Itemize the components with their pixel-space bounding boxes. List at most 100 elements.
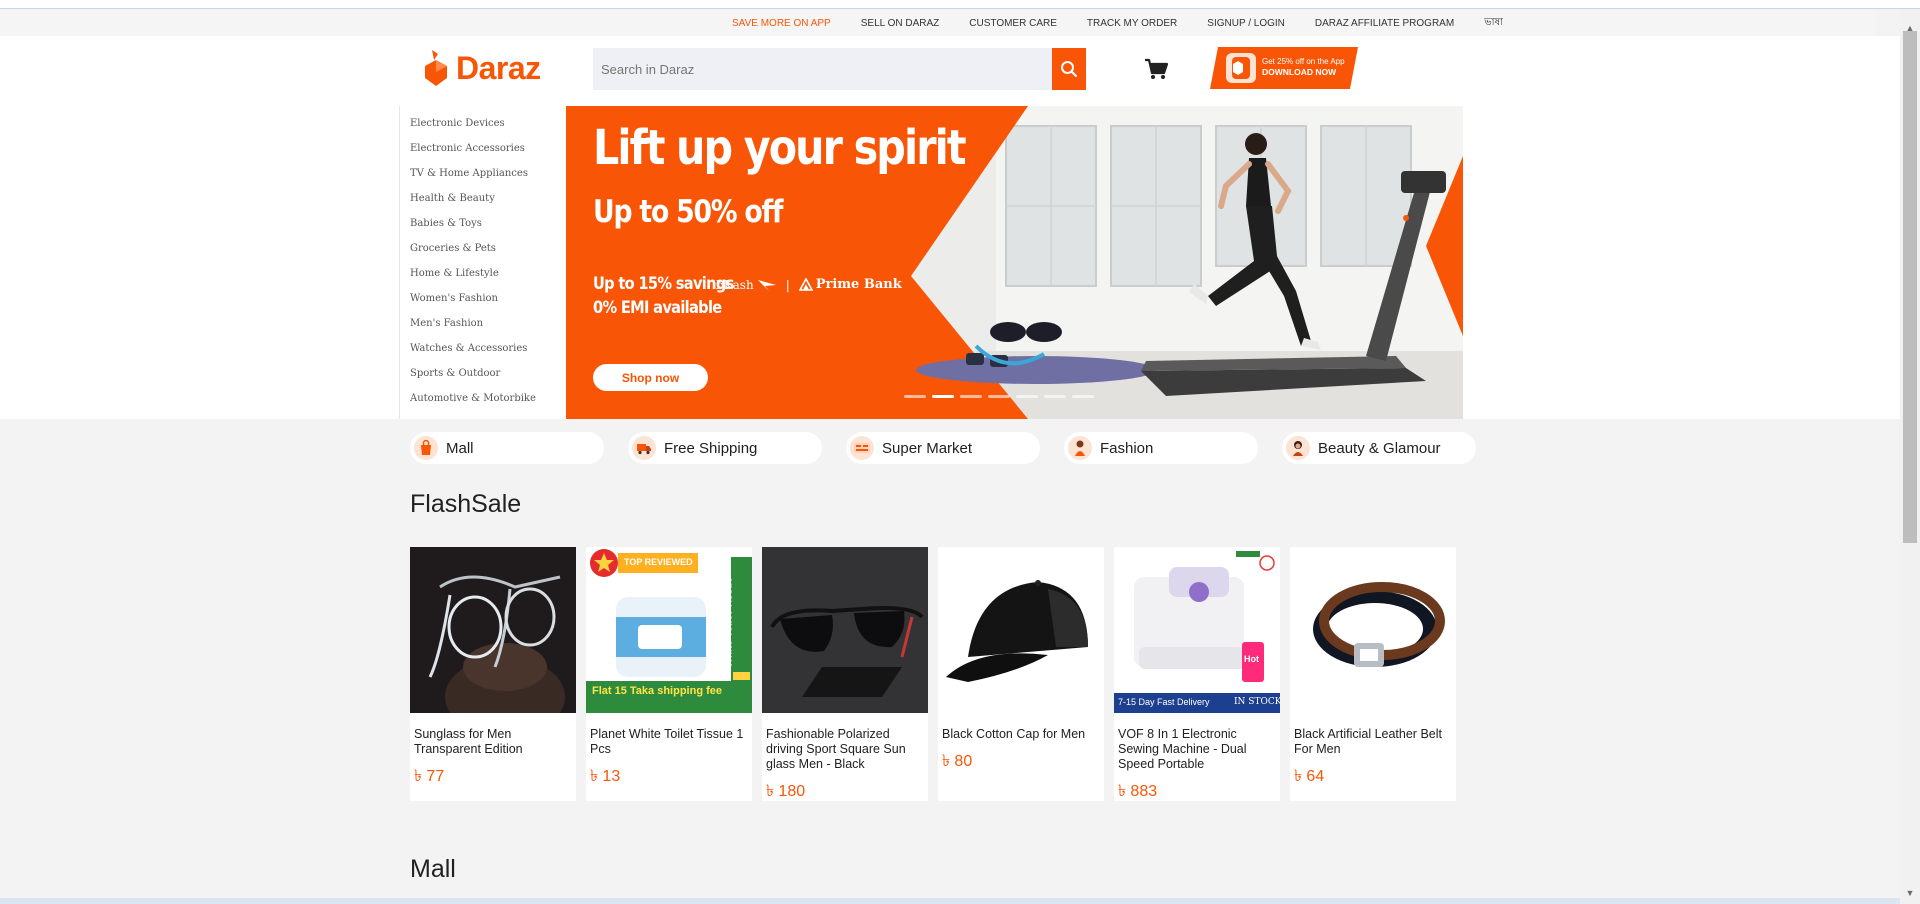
product-image: TOP REVIEWED White Toilet Tissue Flat 15…: [586, 547, 752, 713]
fast-delivery-banner: 7-15 Day Fast Delivery: [1118, 697, 1210, 707]
category-electronic-accessories[interactable]: Electronic Accessories: [400, 136, 566, 161]
pill-beauty-glamour[interactable]: Beauty & Glamour: [1282, 432, 1476, 464]
prime-bank-icon: [798, 277, 813, 291]
shop-now-label: Shop now: [621, 370, 680, 385]
product-card[interactable]: TOP REVIEWED White Toilet Tissue Flat 15…: [586, 547, 752, 801]
pill-label: Free Shipping: [664, 439, 758, 457]
top-bar: SAVE MORE ON APP SELL ON DARAZ CUSTOMER …: [0, 10, 1876, 36]
affiliate-program-link[interactable]: DARAZ AFFILIATE PROGRAM: [1315, 18, 1454, 29]
customer-care-link[interactable]: CUSTOMER CARE: [969, 18, 1057, 29]
pill-label: Beauty & Glamour: [1318, 439, 1441, 457]
app-promo-text: Get 25% off on the App DOWNLOAD NOW: [1262, 56, 1345, 78]
browser-frame-top: [0, 0, 1920, 9]
product-name: Sunglass for Men Transparent Edition: [414, 727, 523, 756]
flashsale-title: FlashSale: [410, 490, 522, 518]
category-electronic-devices[interactable]: Electronic Devices: [400, 111, 566, 136]
category-watches-accessories[interactable]: Watches & Accessories: [400, 336, 566, 361]
product-price: ৳ 883: [1118, 783, 1158, 800]
product-name: VOF 8 In 1 Electronic Sewing Machine - D…: [1118, 727, 1247, 771]
hero-banner[interactable]: Lift up your spirit Up to 50% off Up to …: [566, 106, 1463, 419]
quick-links: Mall Free Shipping Super Market Fashion …: [410, 432, 1476, 464]
bkash-text: bKash: [716, 277, 754, 292]
product-price: ৳ 180: [766, 783, 806, 800]
hot-label: Hot: [1244, 654, 1259, 664]
search-input[interactable]: [593, 48, 1045, 90]
app-promo-line2: DOWNLOAD NOW: [1262, 67, 1337, 77]
product-name: Black Artificial Leather Belt For Men: [1294, 727, 1442, 756]
search-icon: [1061, 61, 1078, 78]
signup-login-link[interactable]: SIGNUP / LOGIN: [1207, 18, 1285, 29]
category-sports-outdoor[interactable]: Sports & Outdoor: [400, 361, 566, 386]
product-price: ৳ 77: [414, 768, 445, 785]
flashsale-products: Sunglass for Men Transparent Edition ৳ 7…: [410, 547, 1456, 801]
language-link[interactable]: ভাষা: [1484, 15, 1503, 32]
product-card[interactable]: Fashionable Polarized driving Sport Squa…: [762, 547, 928, 801]
product-image: [410, 547, 576, 713]
beauty-icon: [1286, 436, 1310, 460]
save-more-on-app-link[interactable]: SAVE MORE ON APP: [732, 18, 831, 29]
header: Daraz Get 25% off on the App DOWNLOAD NO…: [0, 36, 1900, 106]
logo-text: Daraz: [456, 49, 541, 86]
product-image: [938, 547, 1104, 713]
category-mens-fashion[interactable]: Men's Fashion: [400, 311, 566, 336]
app-download-promo[interactable]: Get 25% off on the App DOWNLOAD NOW: [1210, 47, 1358, 89]
top-reviewed-badge: TOP REVIEWED: [624, 557, 693, 567]
product-name: Planet White Toilet Tissue 1 Pcs: [590, 727, 744, 756]
search-bar: [593, 48, 1086, 90]
page-scrollbar[interactable]: ▲ ▼: [1900, 9, 1920, 904]
product-image: [1290, 547, 1456, 713]
cart-button[interactable]: [1143, 56, 1169, 82]
mall-title: Mall: [410, 855, 456, 883]
pill-super-market[interactable]: Super Market: [846, 432, 1040, 464]
banner-savings: Up to 15% savings: [593, 274, 734, 294]
product-name: Black Cotton Cap for Men: [942, 727, 1086, 741]
pill-fashion[interactable]: Fashion: [1064, 432, 1258, 464]
mall-icon: [414, 436, 438, 460]
category-babies-toys[interactable]: Babies & Toys: [400, 211, 566, 236]
supermarket-icon: [850, 436, 874, 460]
product-price: ৳ 80: [942, 753, 973, 770]
category-health-beauty[interactable]: Health & Beauty: [400, 186, 566, 211]
category-menu: Electronic Devices Electronic Accessorie…: [399, 106, 566, 419]
category-groceries-pets[interactable]: Groceries & Pets: [400, 236, 566, 261]
category-home-lifestyle[interactable]: Home & Lifestyle: [400, 261, 566, 286]
daraz-logo[interactable]: Daraz: [422, 46, 541, 90]
pill-mall[interactable]: Mall: [410, 432, 604, 464]
product-card[interactable]: Hot 7-15 Day Fast Delivery IN STOCK VOF …: [1114, 547, 1280, 801]
pill-free-shipping[interactable]: Free Shipping: [628, 432, 822, 464]
product-card[interactable]: Sunglass for Men Transparent Edition ৳ 7…: [410, 547, 576, 801]
scroll-thumb[interactable]: [1903, 31, 1917, 543]
track-my-order-link[interactable]: TRACK MY ORDER: [1087, 18, 1177, 29]
pill-label: Mall: [446, 439, 474, 457]
shop-now-button[interactable]: Shop now: [593, 364, 708, 391]
product-card[interactable]: Black Artificial Leather Belt For Men ৳ …: [1290, 547, 1456, 801]
fashion-icon: [1068, 436, 1092, 460]
banner-subheadline: Up to 50% off: [593, 194, 784, 230]
category-automotive-motorbike[interactable]: Automotive & Motorbike: [400, 386, 566, 411]
category-womens-fashion[interactable]: Women's Fashion: [400, 286, 566, 311]
banner-emi: 0% EMI available: [593, 298, 722, 318]
tissue-label: White Toilet Tissue: [723, 577, 735, 668]
bkash-bird-icon: [757, 279, 776, 291]
scroll-down-icon[interactable]: ▼: [1900, 886, 1920, 900]
product-name: Fashionable Polarized driving Sport Squa…: [766, 727, 906, 771]
prime-bank-text: Prime Bank: [815, 277, 902, 292]
banner-headline: Lift up your spirit: [593, 120, 967, 176]
product-image: [762, 547, 928, 713]
search-button[interactable]: [1052, 48, 1086, 90]
sell-on-daraz-link[interactable]: SELL ON DARAZ: [861, 18, 940, 29]
app-promo-line1: Get 25% off on the App: [1262, 57, 1345, 66]
top-links: SAVE MORE ON APP SELL ON DARAZ CUSTOMER …: [732, 10, 1503, 36]
cart-icon: [1145, 58, 1169, 79]
category-tv-home-appliances[interactable]: TV & Home Appliances: [400, 161, 566, 186]
shipping-fee-banner: Flat 15 Taka shipping fee: [592, 685, 722, 697]
pill-label: Fashion: [1100, 439, 1154, 457]
product-image: Hot 7-15 Day Fast Delivery IN STOCK: [1114, 547, 1280, 713]
product-price: ৳ 13: [590, 768, 621, 785]
product-price: ৳ 64: [1294, 768, 1325, 785]
daraz-logo-icon: [425, 50, 447, 86]
bkash-logo: bKash | Prime Bank: [716, 277, 902, 292]
in-stock-label: IN STOCK: [1234, 697, 1280, 707]
truck-icon: [632, 436, 656, 460]
product-card[interactable]: Black Cotton Cap for Men ৳ 80: [938, 547, 1104, 801]
